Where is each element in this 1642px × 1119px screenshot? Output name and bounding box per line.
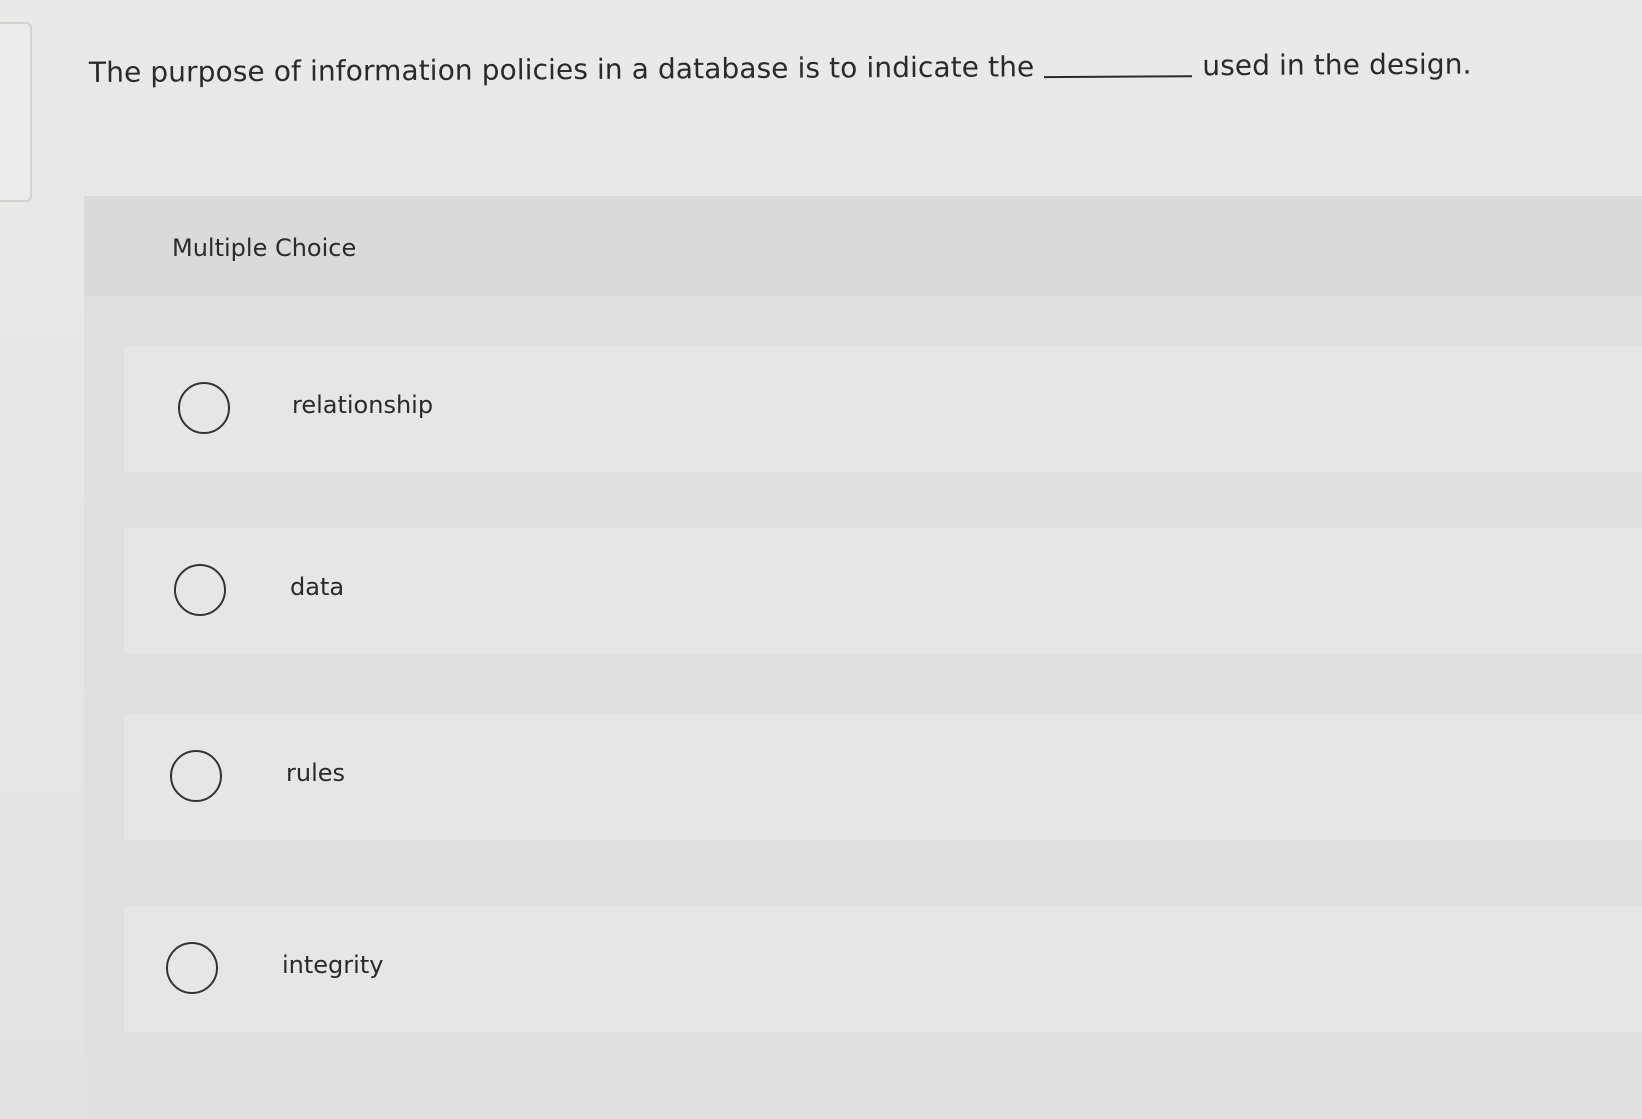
multiple-choice-header: Multiple Choice	[84, 196, 1642, 296]
option-integrity[interactable]: integrity	[124, 906, 1642, 1032]
question-text-start: The purpose of information policies in a…	[88, 50, 1035, 89]
option-rules[interactable]: rules	[124, 714, 1642, 840]
multiple-choice-panel: Multiple Choice relationship data rules …	[84, 196, 1642, 1119]
question-prompt: The purpose of information policies in a…	[89, 48, 1472, 89]
radio-button[interactable]	[178, 382, 230, 434]
option-data[interactable]: data	[124, 528, 1642, 654]
question-text-end: used in the design.	[1202, 47, 1472, 83]
radio-button[interactable]	[166, 942, 218, 994]
option-relationship[interactable]: relationship	[124, 346, 1642, 472]
previous-card-edge	[0, 22, 32, 202]
radio-button[interactable]	[170, 750, 222, 802]
option-label: integrity	[282, 951, 384, 979]
radio-button[interactable]	[174, 564, 226, 616]
option-label: data	[290, 573, 345, 601]
option-label: rules	[286, 759, 346, 787]
answer-blank	[1044, 53, 1193, 79]
multiple-choice-label: Multiple Choice	[172, 234, 357, 262]
option-label: relationship	[292, 391, 434, 419]
